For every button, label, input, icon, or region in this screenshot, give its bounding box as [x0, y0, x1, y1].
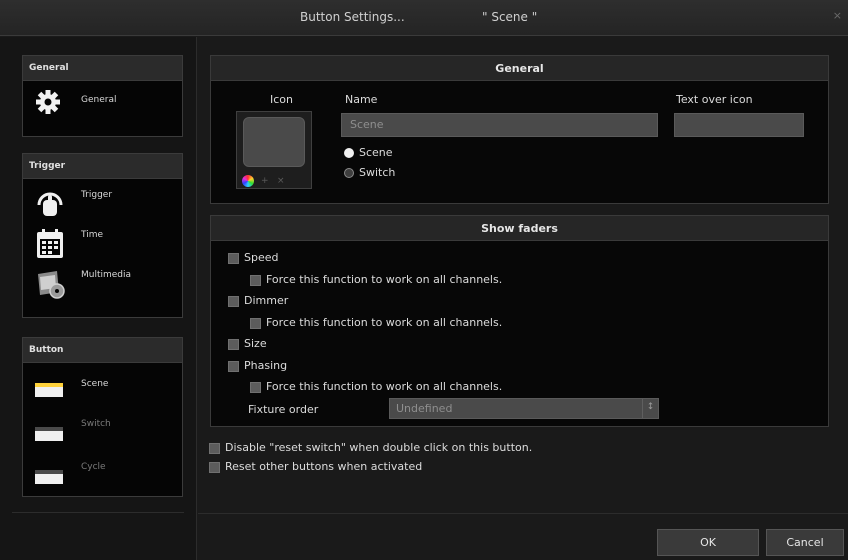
- name-label: Name: [345, 93, 378, 106]
- sidebar-item-multimedia[interactable]: Multimedia: [23, 268, 182, 308]
- name-input[interactable]: Scene: [341, 113, 658, 137]
- window-subtitle-scene: " Scene ": [482, 10, 538, 24]
- size-checkbox[interactable]: [228, 339, 239, 350]
- icon-label: Icon: [270, 93, 293, 106]
- sidebar-group-header: General: [23, 56, 182, 81]
- sidebar-item-time[interactable]: Time: [23, 228, 182, 268]
- dimmer-force-label: Force this function to work on all chann…: [266, 316, 503, 329]
- show-faders-header: Show faders: [211, 216, 828, 241]
- sidebar-item-trigger[interactable]: Trigger: [23, 185, 182, 225]
- disable-reset-switch-label: Disable "reset switch" when double click…: [225, 441, 533, 454]
- scene-button-icon: [35, 383, 63, 400]
- close-icon[interactable]: ×: [833, 9, 842, 22]
- sidebar-group-trigger: Trigger Trigger Time Multimedia: [22, 153, 183, 318]
- sidebar-item-scene[interactable]: Scene: [23, 369, 182, 409]
- sidebar-item-switch[interactable]: Switch: [23, 413, 182, 453]
- hand-trigger-icon: [35, 187, 65, 224]
- disable-reset-switch-checkbox[interactable]: [209, 443, 220, 454]
- text-over-icon-input[interactable]: [674, 113, 804, 137]
- multimedia-icon: [35, 268, 67, 303]
- sidebar-item-label: General: [81, 95, 117, 105]
- dimmer-label: Dimmer: [244, 294, 289, 307]
- ok-button[interactable]: OK: [657, 529, 759, 556]
- sidebar-group-header: Button: [23, 338, 182, 363]
- phasing-label: Phasing: [244, 359, 288, 372]
- sidebar-item-general[interactable]: General: [23, 87, 182, 127]
- size-label: Size: [244, 337, 267, 350]
- sidebar-item-label: Trigger: [81, 190, 113, 200]
- cancel-button[interactable]: Cancel: [766, 529, 844, 556]
- mode-scene-label: Scene: [359, 146, 393, 159]
- add-icon[interactable]: +: [261, 176, 269, 186]
- icon-preview-box[interactable]: + ×: [236, 111, 312, 189]
- speed-checkbox[interactable]: [228, 253, 239, 264]
- fixture-order-value: Undefined: [396, 402, 453, 415]
- text-over-icon-label: Text over icon: [676, 93, 753, 106]
- fixture-order-select[interactable]: Undefined ↕: [389, 398, 659, 419]
- cycle-button-icon: [35, 470, 63, 487]
- calendar-icon: [35, 228, 65, 263]
- sidebar-group-header: Trigger: [23, 154, 182, 179]
- icon-preview[interactable]: [243, 117, 305, 167]
- sidebar-item-label: Scene: [81, 379, 109, 389]
- title-bar: Button Settings... " Scene " ×: [0, 0, 848, 36]
- speed-force-checkbox[interactable]: [250, 275, 261, 286]
- gear-icon: [35, 89, 61, 118]
- phasing-force-checkbox[interactable]: [250, 382, 261, 393]
- phasing-checkbox[interactable]: [228, 361, 239, 372]
- general-panel-header: General: [211, 56, 828, 81]
- footer-divider: [198, 513, 848, 514]
- remove-icon[interactable]: ×: [277, 176, 285, 186]
- speed-label: Speed: [244, 251, 279, 264]
- sidebar-item-label: Switch: [81, 419, 111, 429]
- dimmer-force-checkbox[interactable]: [250, 318, 261, 329]
- switch-button-icon: [35, 427, 63, 444]
- sidebar-item-label: Time: [81, 230, 104, 240]
- reset-other-buttons-label: Reset other buttons when activated: [225, 460, 423, 473]
- sidebar-item-label: Cycle: [81, 462, 106, 472]
- mode-switch-radio[interactable]: [344, 168, 354, 178]
- color-wheel-icon[interactable]: [242, 175, 254, 187]
- dimmer-checkbox[interactable]: [228, 296, 239, 307]
- select-arrow-icon: ↕: [642, 399, 658, 418]
- mode-scene-radio[interactable]: [344, 148, 354, 158]
- sidebar-item-label: Multimedia: [81, 270, 132, 280]
- window-title: Button Settings...: [300, 10, 405, 24]
- sidebar-group-general: General General: [22, 55, 183, 137]
- sidebar-item-cycle[interactable]: Cycle: [23, 456, 182, 496]
- phasing-force-label: Force this function to work on all chann…: [266, 380, 503, 393]
- speed-force-label: Force this function to work on all chann…: [266, 273, 503, 286]
- sidebar-divider: [12, 512, 184, 513]
- sidebar-group-button: Button Scene Switch Cycle: [22, 337, 183, 497]
- mode-switch-label: Switch: [359, 166, 396, 179]
- fixture-order-label: Fixture order: [248, 403, 319, 416]
- reset-other-buttons-checkbox[interactable]: [209, 462, 220, 473]
